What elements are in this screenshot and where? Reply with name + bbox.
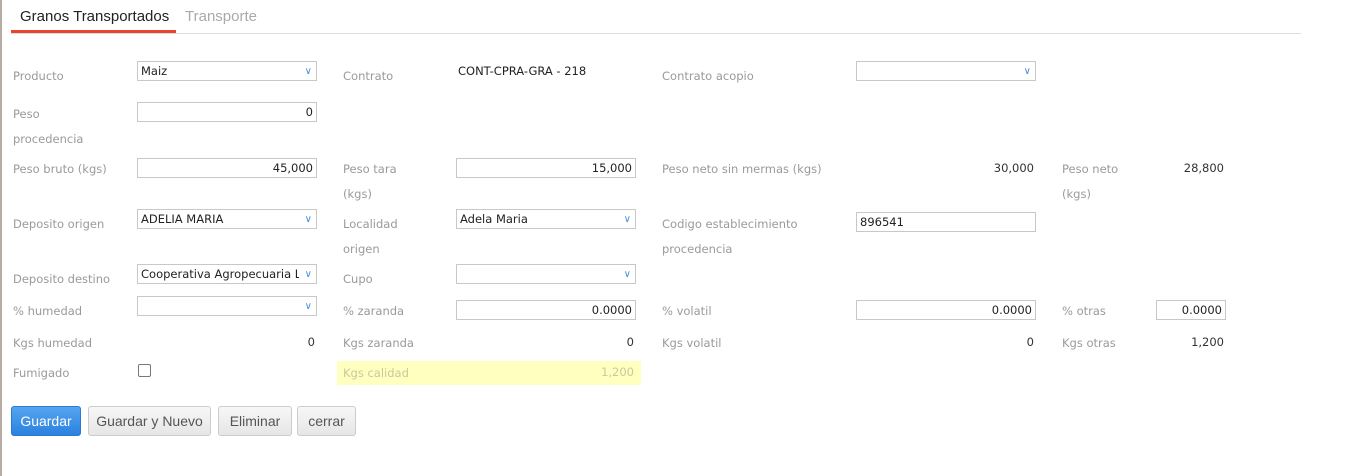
kgs-zaranda-label: Kgs zaranda <box>343 336 414 350</box>
contrato-acopio-label: Contrato acopio <box>662 69 754 83</box>
chevron-down-icon: ∨ <box>1023 66 1031 77</box>
deposito-destino-select[interactable]: Cooperativa Agropecuaria L ∨ <box>137 264 317 284</box>
humedad-pct-select[interactable]: ∨ <box>137 296 317 316</box>
humedad-pct-label: % humedad <box>13 304 83 318</box>
cerrar-button[interactable]: cerrar <box>297 406 356 436</box>
kgs-calidad-value: 1,200 <box>601 365 634 379</box>
tab-granos-transportados[interactable]: Granos Transportados <box>20 8 169 25</box>
kgs-volatil-value: 0 <box>1026 335 1034 349</box>
fumigado-checkbox[interactable] <box>138 364 151 377</box>
chevron-down-icon: ∨ <box>623 269 631 280</box>
kgs-humedad-label: Kgs humedad <box>13 336 92 350</box>
peso-neto-value: 28,800 <box>1183 161 1224 175</box>
chevron-down-icon: ∨ <box>304 214 312 225</box>
deposito-origen-label: Deposito origen <box>13 217 105 231</box>
volatil-pct-label: % volatil <box>662 304 712 318</box>
tab-divider <box>11 33 1301 34</box>
peso-neto-sin-mermas-label: Peso neto sin mermas (kgs) <box>662 162 822 176</box>
kgs-calidad-label: Kgs calidad <box>343 366 409 380</box>
kgs-otras-value: 1,200 <box>1191 335 1224 349</box>
localidad-origen-label: Localidad origen <box>343 217 398 256</box>
peso-procedencia-label: Peso procedencia <box>13 107 84 146</box>
otras-pct-input[interactable]: 0.0000 <box>1156 300 1226 320</box>
kgs-zaranda-value: 0 <box>626 335 634 349</box>
contrato-acopio-select[interactable]: ∨ <box>856 61 1036 81</box>
peso-tara-label: Peso tara (kgs) <box>343 162 397 201</box>
producto-select[interactable]: Maiz ∨ <box>137 61 317 81</box>
deposito-origen-select[interactable]: ADELIA MARIA ∨ <box>137 209 317 229</box>
chevron-down-icon: ∨ <box>623 214 631 225</box>
guardar-button[interactable]: Guardar <box>11 406 81 436</box>
codigo-establecimiento-label: Codigo establecimiento procedencia <box>662 217 798 256</box>
tab-transporte[interactable]: Transporte <box>185 8 257 25</box>
codigo-establecimiento-input[interactable]: 896541 <box>856 212 1036 232</box>
chevron-down-icon: ∨ <box>304 301 312 312</box>
zaranda-pct-label: % zaranda <box>343 304 405 318</box>
contrato-value: CONT-CPRA-GRA - 218 <box>458 64 587 78</box>
cupo-select[interactable]: ∨ <box>456 264 636 284</box>
left-border <box>0 0 2 476</box>
fumigado-label: Fumigado <box>13 366 70 380</box>
volatil-pct-input[interactable]: 0.0000 <box>856 300 1036 320</box>
contrato-label: Contrato <box>343 69 394 83</box>
eliminar-button[interactable]: Eliminar <box>218 406 292 436</box>
producto-label: Producto <box>13 69 64 83</box>
guardar-y-nuevo-button[interactable]: Guardar y Nuevo <box>88 406 211 436</box>
active-tab-indicator <box>11 30 176 33</box>
peso-procedencia-input[interactable]: 0 <box>137 102 317 122</box>
kgs-volatil-label: Kgs volatil <box>662 336 722 350</box>
peso-tara-input[interactable]: 15,000 <box>456 158 636 178</box>
peso-neto-sin-mermas-value: 30,000 <box>993 161 1034 175</box>
kgs-humedad-value: 0 <box>307 335 315 349</box>
peso-bruto-input[interactable]: 45,000 <box>137 158 317 178</box>
localidad-origen-select[interactable]: Adela Maria ∨ <box>456 209 636 229</box>
deposito-destino-label: Deposito destino <box>13 272 111 286</box>
peso-bruto-label: Peso bruto (kgs) <box>13 162 107 176</box>
zaranda-pct-input[interactable]: 0.0000 <box>456 300 636 320</box>
chevron-down-icon: ∨ <box>304 66 312 77</box>
chevron-down-icon: ∨ <box>304 269 312 280</box>
cupo-label: Cupo <box>343 272 373 286</box>
